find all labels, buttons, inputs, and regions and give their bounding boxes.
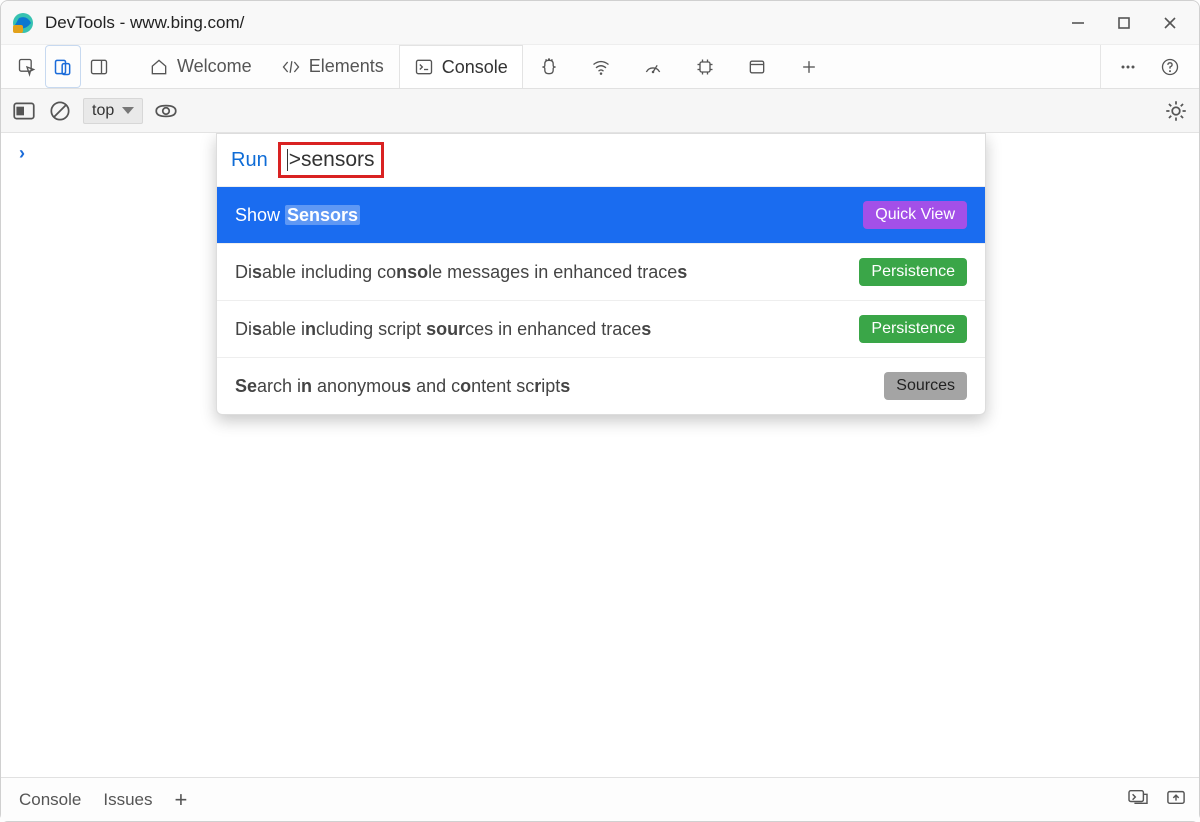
edge-devtools-icon bbox=[11, 11, 35, 35]
command-menu-item[interactable]: Show Sensors Quick View bbox=[217, 186, 985, 243]
tab-elements-label: Elements bbox=[309, 56, 384, 77]
tab-welcome-label: Welcome bbox=[177, 56, 252, 77]
titlebar: DevTools - www.bing.com/ bbox=[1, 1, 1199, 45]
dock-side-icon[interactable] bbox=[81, 45, 117, 88]
command-menu-item-label: Search in anonymous and content scripts bbox=[235, 376, 570, 397]
drawer: Console Issues + bbox=[1, 777, 1199, 821]
console-prompt-caret-icon: › bbox=[19, 143, 25, 164]
help-icon[interactable] bbox=[1149, 57, 1191, 77]
chevron-down-icon bbox=[122, 107, 134, 114]
context-selector-label: top bbox=[92, 102, 114, 120]
command-menu-item-label: Show Sensors bbox=[235, 205, 360, 226]
drawer-add-tab-icon[interactable]: + bbox=[175, 789, 188, 811]
command-menu-item-badge: Persistence bbox=[859, 258, 967, 286]
drawer-tab-issues[interactable]: Issues bbox=[103, 790, 152, 810]
command-menu-item-label: Disable including script sources in enha… bbox=[235, 319, 651, 340]
context-selector[interactable]: top bbox=[83, 98, 143, 124]
tab-elements[interactable]: Elements bbox=[267, 45, 399, 88]
command-menu-item[interactable]: Disable including script sources in enha… bbox=[217, 300, 985, 357]
tab-strip: Welcome Elements Console bbox=[1, 45, 1199, 89]
tab-network-icon[interactable] bbox=[575, 45, 627, 88]
command-menu-run-label: Run bbox=[231, 149, 268, 172]
maximize-button[interactable] bbox=[1101, 5, 1147, 41]
command-menu-item-badge: Quick View bbox=[863, 201, 967, 229]
tab-memory-icon[interactable] bbox=[679, 45, 731, 88]
command-menu: Run >sensors Show Sensors Quick View Disab… bbox=[216, 133, 986, 415]
drawer-icon-2[interactable] bbox=[1165, 788, 1187, 811]
command-menu-item[interactable]: Search in anonymous and content scripts S… bbox=[217, 357, 985, 414]
more-tabs-icon[interactable] bbox=[783, 45, 835, 88]
drawer-icon-1[interactable] bbox=[1127, 788, 1149, 811]
command-menu-list: Show Sensors Quick View Disable including … bbox=[217, 186, 985, 414]
close-button[interactable] bbox=[1147, 5, 1193, 41]
command-menu-item-badge: Persistence bbox=[859, 315, 967, 343]
device-toolbar-icon[interactable] bbox=[45, 45, 81, 88]
command-menu-input[interactable]: >sensors bbox=[278, 142, 384, 178]
live-expression-icon[interactable] bbox=[153, 98, 179, 124]
overflow-menu-icon[interactable] bbox=[1107, 57, 1149, 77]
window-title: DevTools - www.bing.com/ bbox=[45, 13, 244, 33]
console-toolbar: top bbox=[1, 89, 1199, 133]
tab-performance-icon[interactable] bbox=[627, 45, 679, 88]
clear-console-icon[interactable] bbox=[47, 98, 73, 124]
tab-welcome[interactable]: Welcome bbox=[135, 45, 267, 88]
console-body: › Run >sensors Show Sensors Quick View Dis… bbox=[1, 133, 1199, 777]
minimize-button[interactable] bbox=[1055, 5, 1101, 41]
inspect-element-icon[interactable] bbox=[9, 45, 45, 88]
command-menu-header: Run >sensors bbox=[217, 134, 985, 186]
tab-application-icon[interactable] bbox=[731, 45, 783, 88]
toggle-drawer-icon[interactable] bbox=[11, 98, 37, 124]
tab-console[interactable]: Console bbox=[399, 45, 523, 88]
command-menu-item-badge: Sources bbox=[884, 372, 967, 400]
command-menu-item-label: Disable including console messages in en… bbox=[235, 262, 687, 283]
drawer-tab-console[interactable]: Console bbox=[19, 790, 81, 810]
tab-sources-icon[interactable] bbox=[523, 45, 575, 88]
console-settings-icon[interactable] bbox=[1163, 98, 1189, 124]
command-menu-item[interactable]: Disable including console messages in en… bbox=[217, 243, 985, 300]
devtools-window: DevTools - www.bing.com/ Welcome Element… bbox=[0, 0, 1200, 822]
tab-console-label: Console bbox=[442, 57, 508, 78]
